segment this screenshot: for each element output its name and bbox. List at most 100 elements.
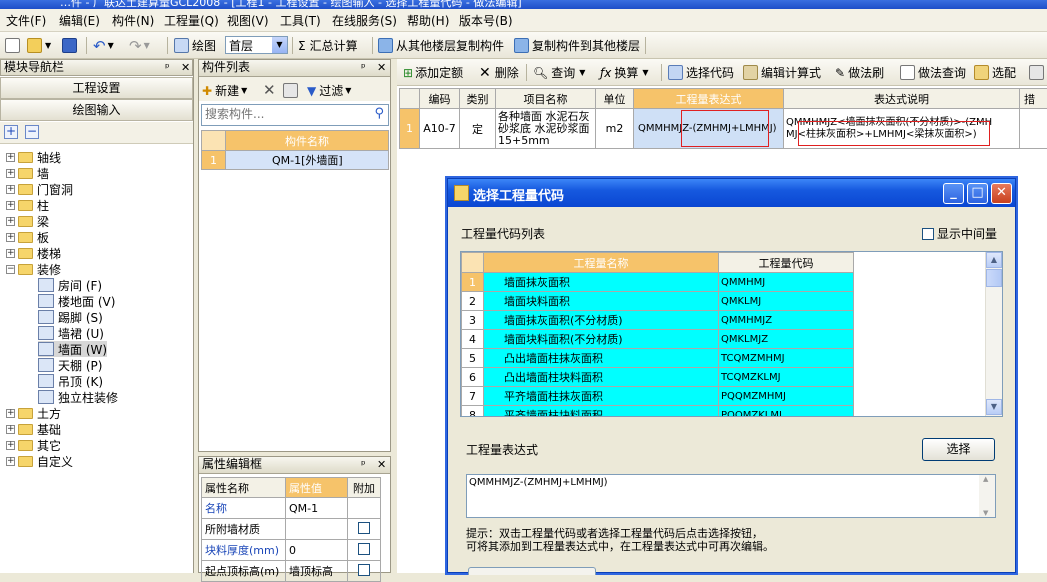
tree-leaf[interactable]: 楼地面 (V) — [38, 293, 115, 309]
tree-node[interactable]: + 门窗洞 — [6, 181, 73, 197]
pin-icon[interactable]: ᵖ — [361, 60, 366, 75]
collapse-icon[interactable]: − — [6, 265, 15, 274]
expand-all-icon[interactable]: + — [4, 125, 18, 139]
new-file-button[interactable] — [5, 36, 23, 55]
quantity-name-cell[interactable]: 墙面抹灰面积 — [484, 273, 719, 292]
expand-icon[interactable]: + — [6, 169, 15, 178]
match-button[interactable]: 选配 — [974, 63, 1016, 82]
tree-leaf[interactable]: 独立柱装修 — [38, 389, 118, 405]
expand-icon[interactable]: + — [6, 201, 15, 210]
quantity-name-cell[interactable]: 墙面块料面积 — [484, 292, 719, 311]
tree-node[interactable]: + 楼梯 — [6, 245, 61, 261]
attach-checkbox[interactable] — [358, 543, 370, 555]
expand-icon[interactable]: + — [6, 153, 15, 162]
attach-checkbox[interactable] — [358, 564, 370, 576]
floor-select[interactable]: 首层 ▼ — [225, 36, 288, 54]
expression-cell[interactable]: QMMHMJZ-(ZMHMJ+LMHMJ) — [634, 109, 784, 149]
table-row[interactable]: 3 墙面抹灰面积(不分材质) QMMHMJZ — [462, 311, 854, 330]
table-row[interactable]: 8 平齐墙面柱块料面积 PQQMZKLMJ — [462, 406, 854, 418]
pin-icon[interactable]: ᵖ — [361, 457, 366, 472]
tree-node[interactable]: + 轴线 — [6, 149, 61, 165]
table-row[interactable]: 所附墙材质 — [202, 519, 381, 540]
quantity-code-cell[interactable]: QMKLMJZ — [719, 330, 854, 349]
table-row[interactable]: 块料厚度(mm) 0 — [202, 540, 381, 561]
table-row[interactable]: 1 A10-7 定 各种墙面 水泥石灰砂浆底 水泥砂浆面 15+5mm m2 Q… — [400, 109, 1047, 149]
tree-node[interactable]: + 梁 — [6, 213, 49, 229]
select-button[interactable]: 选择 — [922, 438, 995, 461]
quantity-name-cell[interactable]: 墙面块料面积(不分材质) — [484, 330, 719, 349]
convert-button[interactable]: ƒx换算▼ — [600, 63, 649, 82]
query-button[interactable]: 🔍︎查询▼ — [533, 63, 585, 82]
expression-textarea[interactable]: QMMHMJZ-(ZMHMJ+LMHMJ) ▲ ▼ — [466, 474, 996, 518]
copy-from-other-floor-button[interactable]: 从其他楼层复制构件 — [378, 36, 504, 55]
menu-quantity[interactable]: 工程量(Q) — [164, 12, 219, 29]
table-row[interactable]: 7 平齐墙面柱抹灰面积 PQQMZMHMJ — [462, 387, 854, 406]
quantity-name-cell[interactable]: 凸出墙面柱抹灰面积 — [484, 349, 719, 368]
show-mid-checkbox[interactable] — [922, 228, 934, 240]
menu-online[interactable]: 在线服务(S) — [332, 12, 397, 29]
minimize-button[interactable]: _ — [943, 183, 964, 204]
expand-icon[interactable]: + — [6, 249, 15, 258]
quantity-code-cell[interactable]: PQQMZKLMJ — [719, 406, 854, 418]
open-button[interactable]: ▼ — [27, 36, 51, 55]
quantity-code-cell[interactable]: QMMHMJ — [719, 273, 854, 292]
scroll-thumb[interactable] — [986, 269, 1002, 287]
table-row[interactable]: 5 凸出墙面柱抹灰面积 TCQMZMHMJ — [462, 349, 854, 368]
menu-tools[interactable]: 工具(T) — [280, 12, 321, 29]
menu-view[interactable]: 视图(V) — [227, 12, 269, 29]
add-quota-button[interactable]: ⊞添加定额 — [403, 63, 463, 82]
expand-icon[interactable]: + — [6, 457, 15, 466]
tree-node[interactable]: + 基础 — [6, 421, 61, 437]
copy-component-icon[interactable] — [283, 81, 301, 100]
expand-icon[interactable]: + — [6, 425, 15, 434]
table-row[interactable]: 1 墙面抹灰面积 QMMHMJ — [462, 273, 854, 292]
expression-desc-cell[interactable]: QMMHMJZ<墙面抹灰面积(不分材质)>-(ZMH MJ<柱抹灰面积>+LMH… — [784, 109, 1020, 149]
attach-checkbox[interactable] — [358, 522, 370, 534]
new-component-button[interactable]: ✚新建▼ — [202, 81, 247, 100]
quantity-name-cell[interactable]: 平齐墙面柱抹灰面积 — [484, 387, 719, 406]
show-mid-checkbox-group[interactable]: 显示中间量 — [922, 225, 997, 242]
dialog-close-button[interactable]: ✕ — [991, 183, 1012, 204]
table-row[interactable]: 2 墙面块料面积 QMKLMJ — [462, 292, 854, 311]
menu-component[interactable]: 构件(N) — [112, 12, 154, 29]
table-row[interactable]: 名称 QM-1 — [202, 498, 381, 519]
collapse-all-icon[interactable]: − — [25, 125, 39, 139]
tree-node[interactable]: − 装修 — [6, 261, 61, 277]
scroll-up-icon[interactable]: ▲ — [986, 252, 1002, 268]
select-code-button[interactable]: 选择代码 — [668, 63, 734, 82]
table-row[interactable]: 起点顶标高(m) 墙顶标高 — [202, 561, 381, 582]
quantity-name-cell[interactable]: 墙面抹灰面积(不分材质) — [484, 311, 719, 330]
close-icon[interactable]: ✕ — [377, 457, 386, 472]
tree-node[interactable]: + 其它 — [6, 437, 61, 453]
dialog-bottom-button[interactable] — [468, 567, 596, 575]
delete-icon[interactable]: ✕ — [263, 80, 276, 99]
quantity-code-cell[interactable]: QMMHMJZ — [719, 311, 854, 330]
quantity-name-cell[interactable]: 凸出墙面柱块料面积 — [484, 368, 719, 387]
draw-button[interactable]: 绘图 — [174, 36, 216, 55]
quantity-code-cell[interactable]: TCQMZKLMJ — [719, 368, 854, 387]
pin-icon[interactable]: ᵖ — [165, 60, 170, 75]
save-button[interactable] — [62, 36, 80, 55]
table-row[interactable]: 6 凸出墙面柱块料面积 TCQMZKLMJ — [462, 368, 854, 387]
menu-version[interactable]: 版本号(B) — [459, 12, 513, 29]
delete-button[interactable]: ✕删除 — [479, 63, 519, 82]
maximize-button[interactable]: □ — [967, 183, 988, 204]
undo-button[interactable]: ↶▼ — [93, 36, 114, 55]
quantity-name-cell[interactable]: 平齐墙面柱块料面积 — [484, 406, 719, 418]
scroll-down-icon[interactable]: ▼ — [986, 399, 1002, 415]
quantity-code-cell[interactable]: QMKLMJ — [719, 292, 854, 311]
search-icon[interactable]: ⚲ — [374, 106, 384, 121]
tree-leaf[interactable]: 墙面 (W) — [38, 341, 107, 357]
copy-to-other-floor-button[interactable]: 复制构件到其他楼层 — [514, 36, 640, 55]
expand-icon[interactable]: + — [6, 185, 15, 194]
draw-input-button[interactable]: 绘图输入 — [0, 99, 193, 121]
code-list-scrollbar[interactable]: ▲ ▼ — [985, 252, 1002, 416]
close-icon[interactable]: ✕ — [181, 60, 190, 75]
expand-icon[interactable]: + — [6, 217, 15, 226]
tree-leaf[interactable]: 踢脚 (S) — [38, 309, 103, 325]
project-settings-button[interactable]: 工程设置 — [0, 77, 193, 99]
component-name-cell[interactable]: QM-1[外墙面] — [226, 151, 389, 170]
expand-icon[interactable]: + — [6, 441, 15, 450]
tree-node[interactable]: + 柱 — [6, 197, 49, 213]
expand-icon[interactable]: + — [6, 233, 15, 242]
